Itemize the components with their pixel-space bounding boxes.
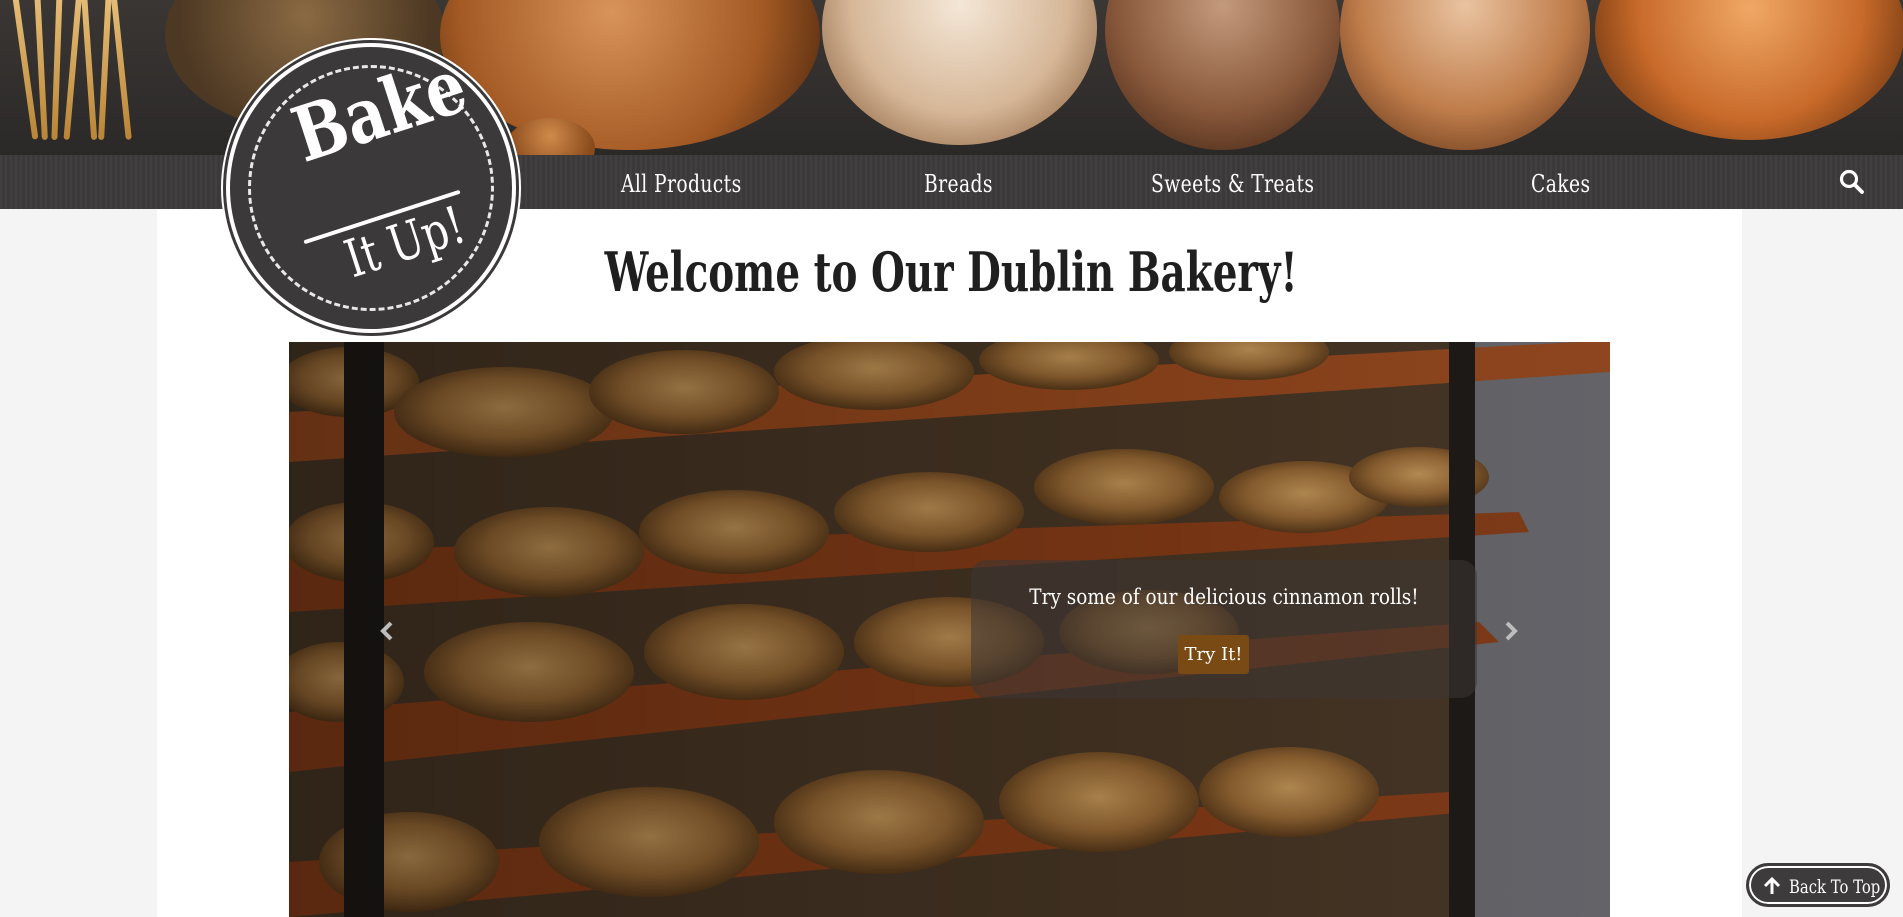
nav-cakes[interactable]: Cakes	[1531, 170, 1590, 198]
nav-breads[interactable]: Breads	[924, 170, 993, 198]
try-it-button[interactable]: Try It!	[1178, 635, 1249, 674]
arrow-up-icon	[1763, 877, 1781, 894]
back-to-top-label: Back To Top	[1789, 876, 1881, 898]
search-icon[interactable]	[1838, 168, 1866, 196]
page: All Products Breads Sweets & Treats Cake…	[0, 0, 1903, 917]
chevron-right-icon	[1505, 621, 1518, 641]
nav-sweets-treats[interactable]: Sweets & Treats	[1151, 170, 1314, 198]
carousel-prev-button[interactable]	[377, 618, 397, 644]
page-title: Welcome to Our Dublin Bakery!	[604, 240, 1298, 304]
chevron-left-icon	[380, 621, 393, 641]
nav-all-products[interactable]: All Products	[621, 170, 742, 198]
carousel-next-button[interactable]	[1501, 618, 1521, 644]
carousel-caption-box	[971, 560, 1477, 698]
carousel-caption: Try some of our delicious cinnamon rolls…	[1029, 585, 1419, 609]
back-to-top-button[interactable]: Back To Top	[1746, 863, 1890, 907]
